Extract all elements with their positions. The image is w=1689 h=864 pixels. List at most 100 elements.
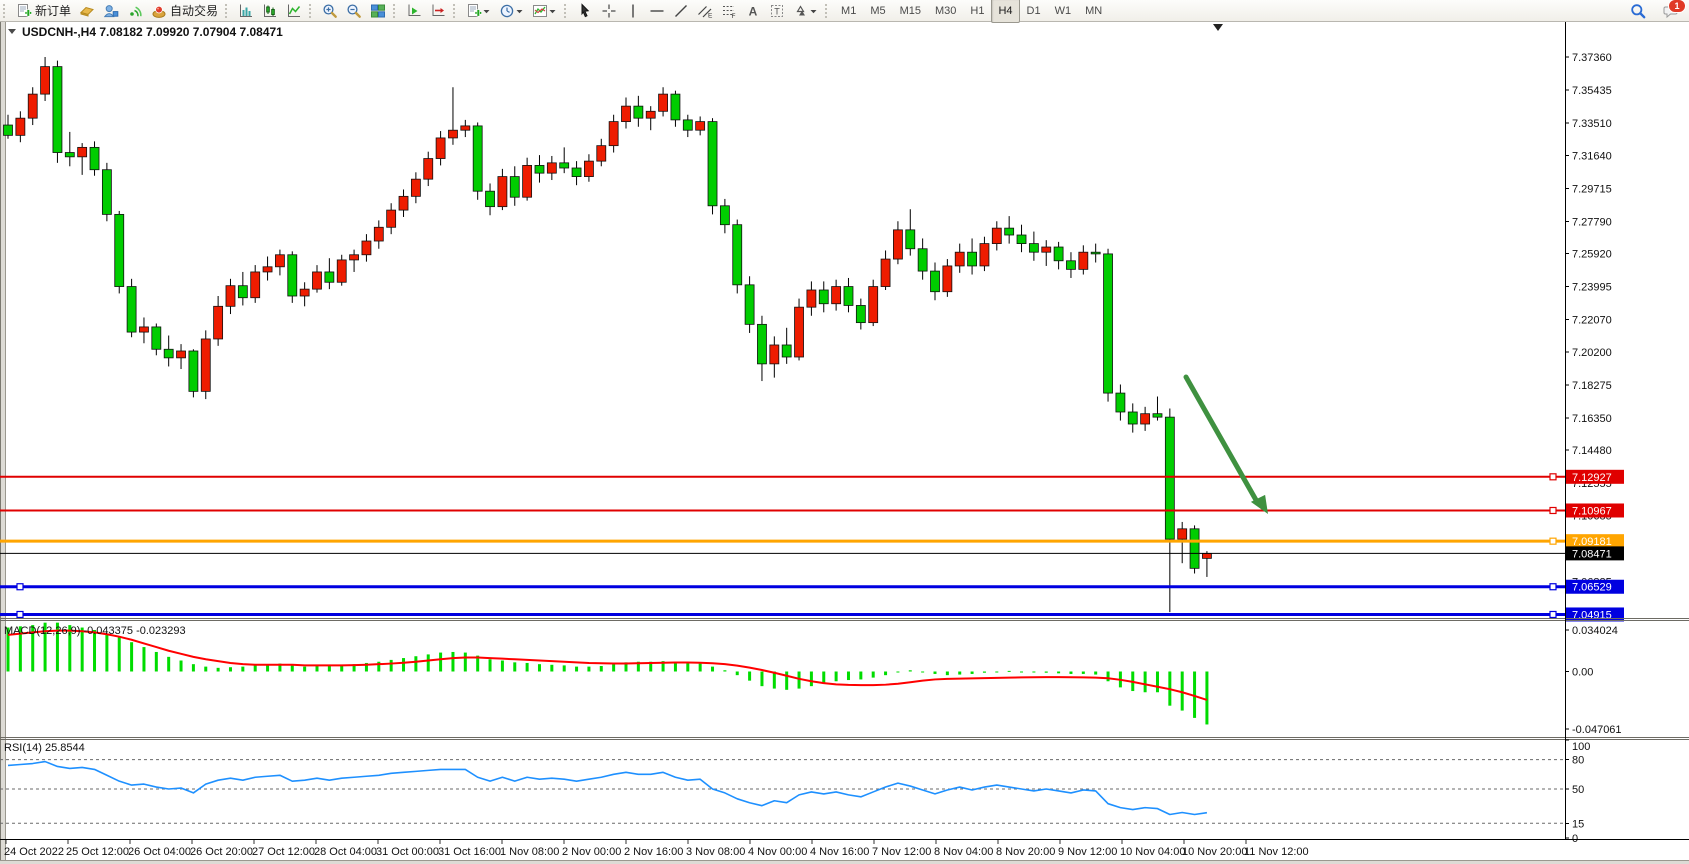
svg-text:E: E	[708, 12, 713, 19]
bar-chart-button[interactable]	[235, 0, 257, 21]
svg-text:10 Nov 20:00: 10 Nov 20:00	[1182, 846, 1247, 858]
svg-text:7.04915: 7.04915	[1572, 609, 1612, 621]
line-handle[interactable]	[1550, 474, 1556, 480]
svg-text:1 Nov 08:00: 1 Nov 08:00	[500, 846, 559, 858]
toolbar-button-label: 新订单	[35, 2, 71, 19]
zoom-in-icon	[322, 3, 338, 19]
search-button[interactable]	[1627, 0, 1649, 21]
svg-text:7.35435: 7.35435	[1572, 85, 1612, 97]
vertical-line-button[interactable]	[622, 0, 644, 21]
line-handle[interactable]	[1550, 538, 1556, 544]
timeframe-button-m1[interactable]: M1	[834, 0, 863, 23]
tile-windows-button[interactable]	[367, 0, 389, 21]
auto-scroll-button[interactable]	[403, 0, 425, 21]
svg-text:27 Oct 12:00: 27 Oct 12:00	[252, 846, 315, 858]
svg-text:7.12927: 7.12927	[1572, 472, 1612, 484]
svg-text:T: T	[774, 6, 780, 16]
svg-text:-0.047061: -0.047061	[1572, 724, 1622, 736]
candle-chart-button[interactable]	[259, 0, 281, 21]
svg-text:50: 50	[1572, 784, 1584, 796]
svg-text:7.27790: 7.27790	[1572, 216, 1612, 228]
channel-button[interactable]: E	[694, 0, 716, 21]
crosshair-button[interactable]	[598, 0, 620, 21]
zoom-out-button[interactable]	[343, 0, 365, 21]
timeframe-button-h4[interactable]: H4	[991, 0, 1019, 23]
svg-text:9 Nov 12:00: 9 Nov 12:00	[1058, 846, 1117, 858]
svg-text:8 Nov 04:00: 8 Nov 04:00	[934, 846, 993, 858]
toolbar-separator	[309, 4, 316, 18]
periods-button[interactable]	[496, 0, 527, 21]
line-handle[interactable]	[1550, 584, 1556, 590]
main-toolbar: 新订单 自动交易 E FA T M1M5M15M30H1H4D1W1MN 1	[0, 0, 1689, 22]
arrows-button[interactable]	[790, 0, 821, 21]
tile-icon	[370, 3, 386, 19]
svg-text:7.23995: 7.23995	[1572, 282, 1612, 294]
svg-text:26 Oct 04:00: 26 Oct 04:00	[128, 846, 191, 858]
svg-text:7.22070: 7.22070	[1572, 315, 1612, 327]
toolbar-separator	[393, 4, 400, 18]
svg-text:7.08471: 7.08471	[1572, 548, 1612, 560]
label-button[interactable]: T	[766, 0, 788, 21]
svg-text:7.29715: 7.29715	[1572, 183, 1612, 195]
cursor-icon	[577, 3, 593, 19]
svg-text:0.00: 0.00	[1572, 667, 1593, 679]
timeframe-button-mn[interactable]: MN	[1078, 0, 1109, 23]
clock-icon	[499, 3, 515, 19]
timeframe-button-m15[interactable]: M15	[893, 0, 928, 23]
fibo-icon: F	[721, 3, 737, 19]
timeframe-button-d1[interactable]: D1	[1020, 0, 1048, 23]
svg-text:31 Oct 00:00: 31 Oct 00:00	[376, 846, 439, 858]
svg-text:7.16350: 7.16350	[1572, 413, 1612, 425]
notification-badge: 1	[1668, 0, 1686, 13]
toolbar-separator	[825, 4, 832, 18]
line-chart-button[interactable]	[283, 0, 305, 21]
auto-trading-button[interactable]: 自动交易	[148, 0, 221, 21]
svg-text:7.06529: 7.06529	[1572, 582, 1612, 594]
toolbar-separator	[3, 4, 10, 18]
chat-button[interactable]: 1	[1660, 0, 1682, 21]
signals-icon[interactable]	[124, 0, 146, 21]
zoom-in-button[interactable]	[319, 0, 341, 21]
line-handle[interactable]	[17, 584, 23, 590]
textA-icon: A	[745, 3, 761, 19]
timeframe-button-m5[interactable]: M5	[863, 0, 892, 23]
svg-text:0.034024: 0.034024	[1572, 625, 1618, 637]
text-button[interactable]: A	[742, 0, 764, 21]
line-handle[interactable]	[1550, 611, 1556, 617]
svg-text:A: A	[749, 4, 758, 18]
line-handle[interactable]	[17, 611, 23, 617]
new-order-button[interactable]: 新订单	[13, 0, 74, 21]
chart-shift-icon	[430, 3, 446, 19]
cursor-button[interactable]	[574, 0, 596, 21]
trendline-icon	[673, 3, 689, 19]
doc-plus-icon	[16, 3, 32, 19]
timeframe-button-m30[interactable]: M30	[928, 0, 963, 23]
chart-title: USDCNH-,H4 7.08182 7.09920 7.07904 7.084…	[8, 25, 283, 39]
chart-shift-button[interactable]	[427, 0, 449, 21]
svg-text:28 Oct 04:00: 28 Oct 04:00	[314, 846, 377, 858]
svg-text:11 Nov 12:00: 11 Nov 12:00	[1244, 846, 1309, 858]
community-icon[interactable]	[100, 0, 122, 21]
textT-icon: T	[769, 3, 785, 19]
templates-button[interactable]	[529, 0, 560, 21]
svg-text:7.33510: 7.33510	[1572, 118, 1612, 130]
signal-icon	[127, 3, 143, 19]
svg-text:7 Nov 12:00: 7 Nov 12:00	[872, 846, 931, 858]
svg-text:7.18275: 7.18275	[1572, 380, 1612, 392]
timeframe-button-w1[interactable]: W1	[1048, 0, 1079, 23]
fibonacci-button[interactable]: F	[718, 0, 740, 21]
chart-canvas[interactable]: 7.373607.354357.335107.316407.297157.277…	[0, 0, 1689, 864]
chevron-down-icon	[809, 3, 818, 19]
trendline-button[interactable]	[670, 0, 692, 21]
chart-panel-icon[interactable]	[76, 0, 98, 21]
svg-text:7.25920: 7.25920	[1572, 249, 1612, 261]
indicators-button[interactable]	[463, 0, 494, 21]
timeframe-button-h1[interactable]: H1	[963, 0, 991, 23]
svg-text:31 Oct 16:00: 31 Oct 16:00	[438, 846, 501, 858]
macd-label: MACD(12,26,9) -0.043375 -0.023293	[4, 625, 186, 637]
line-handle[interactable]	[1550, 507, 1556, 513]
svg-text:100: 100	[1572, 741, 1590, 753]
search-icon	[1630, 3, 1646, 19]
horizontal-line-button[interactable]	[646, 0, 668, 21]
rsi-label: RSI(14) 25.8544	[4, 742, 85, 754]
